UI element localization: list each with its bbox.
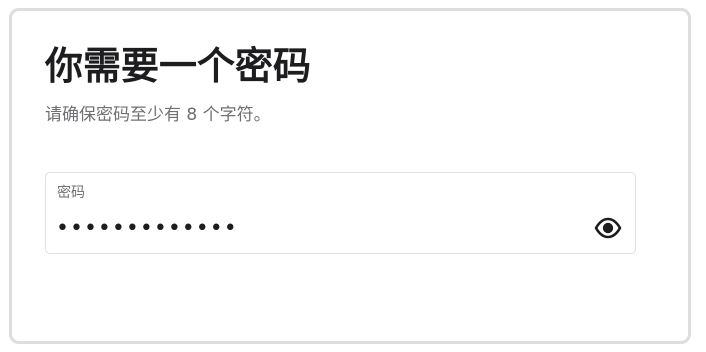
page-title: 你需要一个密码 [45,44,312,88]
password-field-label: 密码 [57,185,85,201]
page-subtitle: 请确保密码至少有 8 个字符。 [45,105,271,125]
show-password-button[interactable] [593,213,623,243]
password-input[interactable] [56,213,576,243]
password-field-container[interactable]: 密码 [45,172,636,254]
dialog-panel: 你需要一个密码 请确保密码至少有 8 个字符。 密码 [9,8,691,344]
eye-icon [594,217,622,239]
